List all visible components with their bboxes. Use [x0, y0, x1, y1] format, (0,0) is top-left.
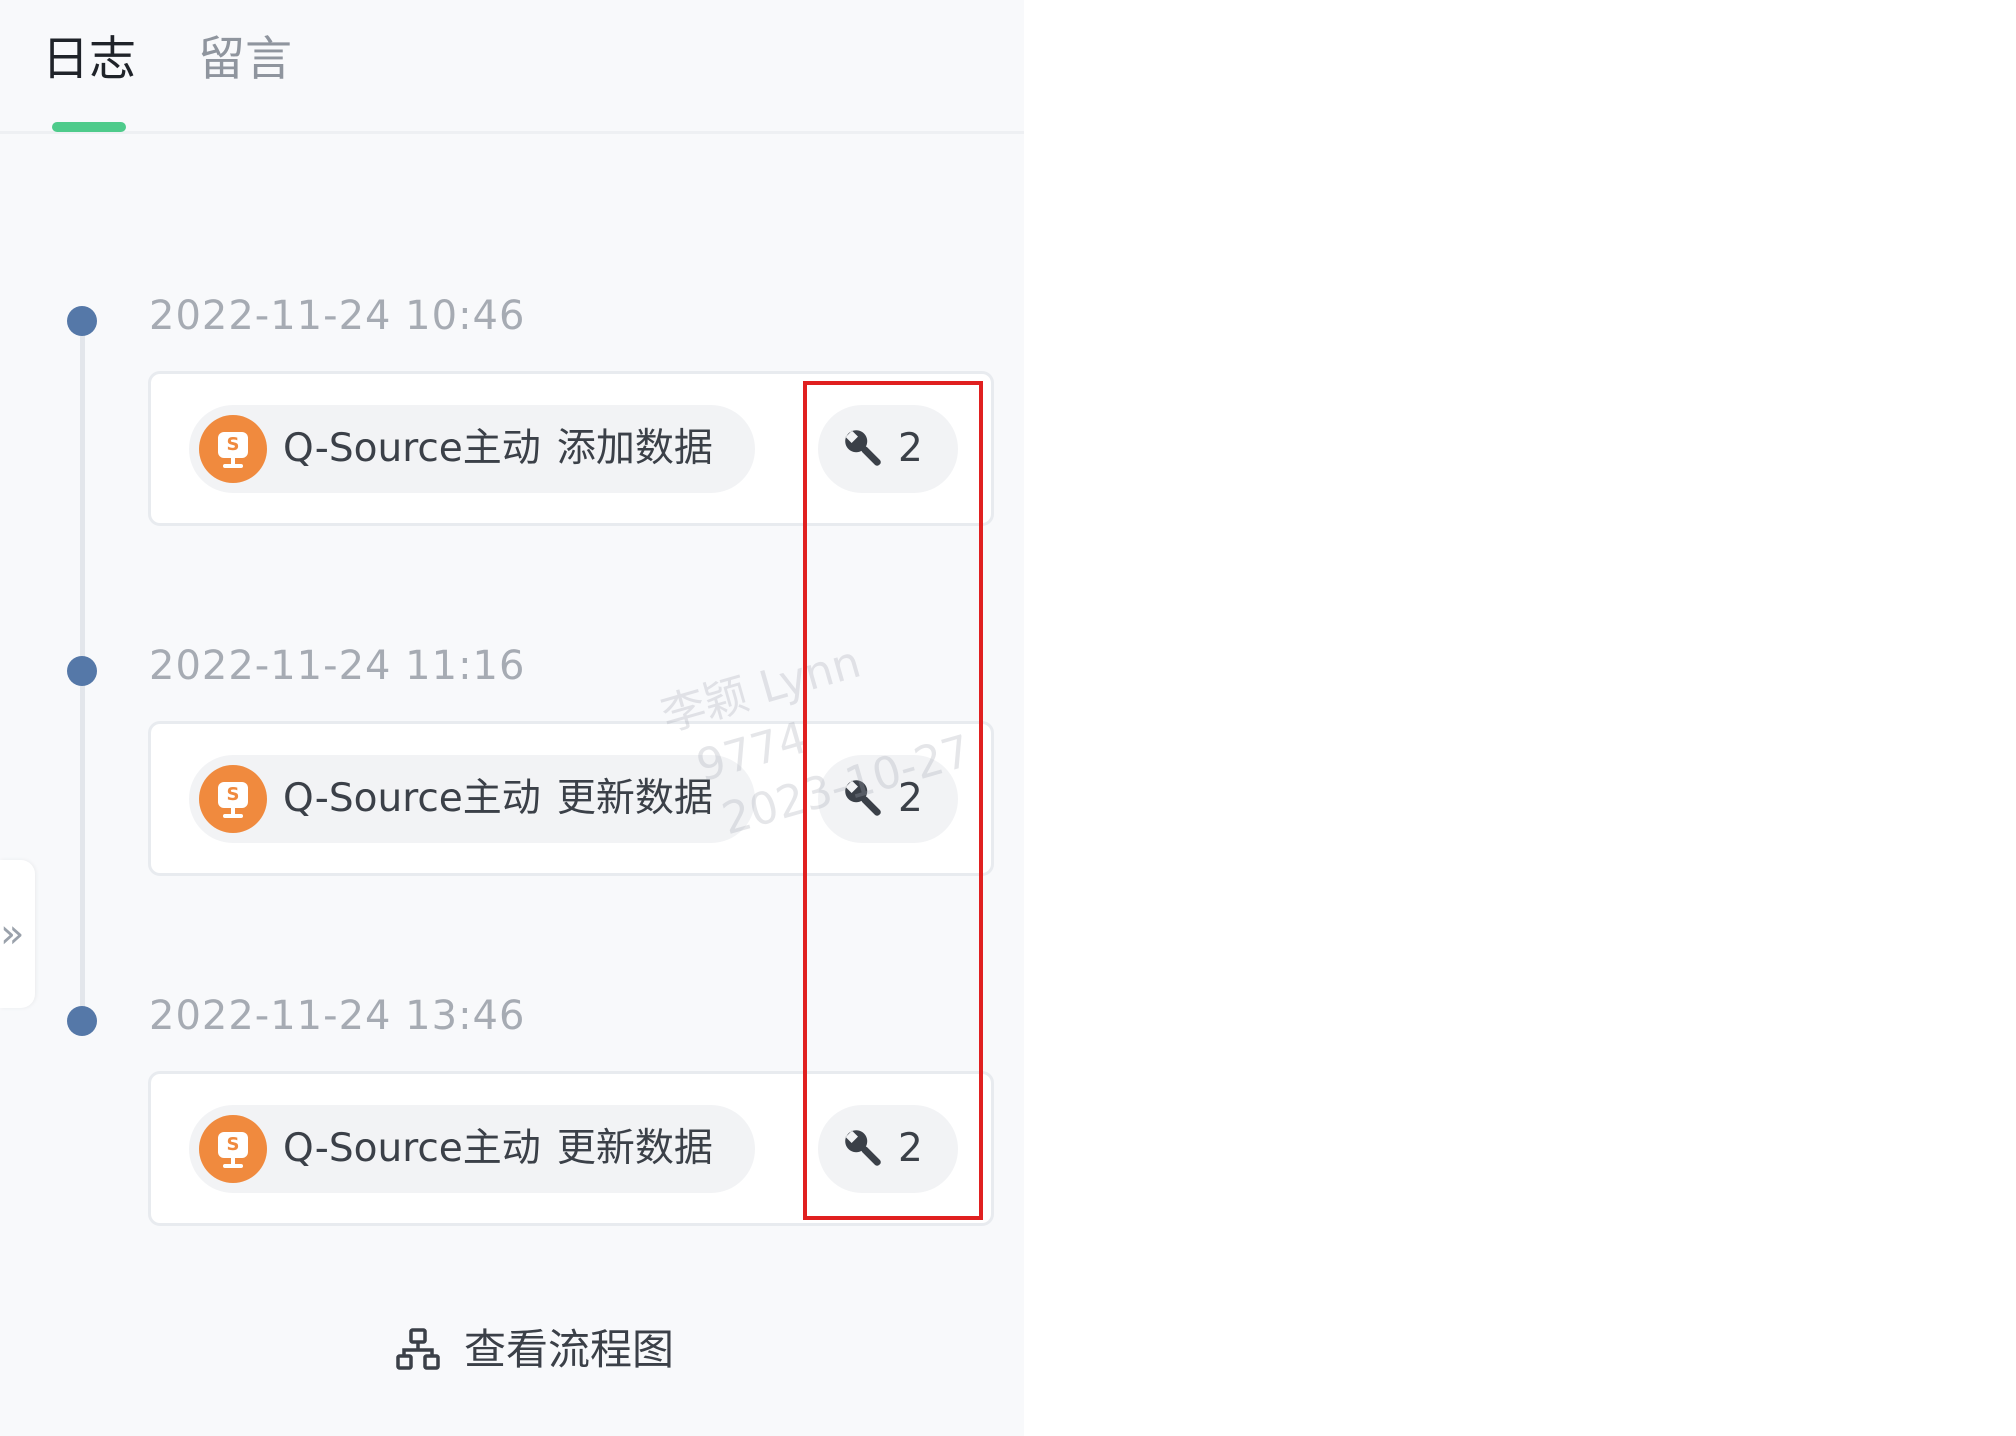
log-entry-card: S Q-Source主动 添加数据 2: [148, 371, 994, 526]
source-action-pill[interactable]: S Q-Source主动 更新数据: [189, 1105, 755, 1193]
wrench-icon: [845, 780, 881, 816]
source-s-icon: S: [199, 1115, 267, 1183]
flowchart-icon: [396, 1328, 440, 1370]
action-label: 添加数据: [556, 426, 713, 471]
modification-count-badge[interactable]: 2: [818, 405, 958, 493]
entry-timestamp: 2022-11-24 11:16: [149, 643, 526, 689]
log-entry-card: S Q-Source主动 更新数据 2: [148, 1071, 994, 1226]
log-entry-card: S Q-Source主动 更新数据 2: [148, 721, 994, 876]
action-label: 更新数据: [556, 1126, 713, 1171]
wrench-icon: [845, 430, 881, 466]
double-chevron-right-icon: »: [0, 911, 25, 957]
action-label: 更新数据: [556, 776, 713, 821]
source-label: Q-Source主动: [283, 426, 541, 471]
timeline-dot: [67, 656, 97, 686]
wrench-icon: [845, 1130, 881, 1166]
source-action-pill[interactable]: S Q-Source主动 添加数据: [189, 405, 755, 493]
timeline-dot: [67, 1006, 97, 1036]
count-value: 2: [898, 776, 923, 821]
source-s-icon: S: [199, 765, 267, 833]
tab-bar: 日志 留言: [0, 0, 1024, 134]
tab-log[interactable]: 日志: [42, 30, 136, 90]
entry-timestamp: 2022-11-24 13:46: [149, 993, 526, 1039]
log-panel: 日志 留言 2022-11-24 10:46 S Q-Source主动 添加数据 …: [0, 0, 1024, 1436]
timeline-dot: [67, 306, 97, 336]
source-label: Q-Source主动: [283, 776, 541, 821]
count-value: 2: [898, 426, 923, 471]
view-flowchart-label: 查看流程图: [464, 1325, 675, 1374]
tab-comments[interactable]: 留言: [198, 30, 292, 90]
modification-count-badge[interactable]: 2: [818, 1105, 958, 1193]
count-value: 2: [898, 1126, 923, 1171]
source-label: Q-Source主动: [283, 1126, 541, 1171]
entry-timestamp: 2022-11-24 10:46: [149, 293, 526, 339]
expand-panel-button[interactable]: »: [0, 860, 35, 1008]
active-tab-indicator: [52, 122, 126, 132]
source-s-icon: S: [199, 415, 267, 483]
modification-count-badge[interactable]: 2: [818, 755, 958, 843]
source-action-pill[interactable]: S Q-Source主动 更新数据: [189, 755, 755, 843]
